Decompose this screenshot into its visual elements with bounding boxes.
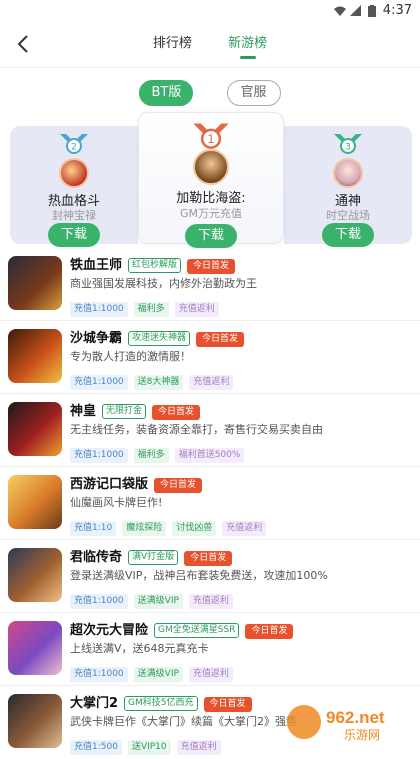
game-icon: [8, 548, 62, 602]
podium-card-2[interactable]: 2 热血格斗 封神宝禄 下载: [10, 126, 138, 244]
game-name: 沙城争霸: [70, 331, 122, 346]
battery-icon: [368, 5, 376, 17]
chip: 送满级VIP: [134, 594, 183, 609]
game-icon: [8, 256, 62, 310]
game-tag: GM科技5亿西充: [124, 696, 197, 711]
chip: 讨伐凶兽: [172, 521, 216, 536]
svg-text:3: 3: [345, 143, 351, 153]
top-bar: 排行榜 新游榜: [0, 22, 420, 68]
chip: 充值1:10: [70, 521, 116, 536]
podium-card-3[interactable]: 3 通神 时空战场 下载: [284, 126, 412, 244]
game-avatar: [59, 158, 89, 188]
today-badge: 今日首发: [245, 624, 293, 639]
chip: 充值1:1000: [70, 594, 128, 609]
game-tag: 满V打金版: [128, 550, 178, 565]
podium-card-1[interactable]: 1 加勒比海盗: GM万元充值 下载: [138, 112, 284, 244]
download-button[interactable]: 下载: [185, 224, 237, 248]
today-badge: 今日首发: [187, 259, 235, 274]
game-avatar: [193, 149, 229, 185]
chip: 充值1:1000: [70, 667, 128, 682]
game-name: 超次元大冒险: [70, 623, 148, 638]
chip: 充值返利: [177, 740, 221, 755]
version-filter: BT版 官服: [0, 68, 420, 112]
list-item[interactable]: 君临传奇满V打金版今日首发 登录送满级VIP，战神吕布套装免费送，攻速加100%…: [0, 540, 420, 613]
filter-bt[interactable]: BT版: [139, 80, 193, 106]
tab-ranking[interactable]: 排行榜: [151, 28, 194, 59]
game-desc: 商业强国发展科技，内修外治勤政为王: [70, 275, 410, 291]
chip: 送8大神器: [134, 375, 184, 390]
game-icon: [8, 694, 62, 748]
list-item[interactable]: 西游记口袋版今日首发 仙魔画风卡牌巨作! 充值1:10 魔炫探险讨伐凶兽充值返利: [0, 467, 420, 540]
filter-official[interactable]: 官服: [227, 80, 281, 106]
chip: 福利多: [134, 302, 169, 317]
wifi-icon: [334, 5, 346, 17]
game-tag: 红包秒解版: [128, 258, 181, 273]
game-list: 铁血王师红包秒解版今日首发 商业强国发展科技，内修外治勤政为王 充值1:1000…: [0, 248, 420, 759]
signal-icon: [350, 5, 362, 17]
game-tag: GM全免送满星SSR: [154, 623, 239, 638]
list-item[interactable]: 超次元大冒险 GM全免送满星SSR 今日首发 上线送满V，送648元真充卡 充值1:…: [0, 613, 420, 686]
chip: 充值1:500: [70, 740, 122, 755]
list-item[interactable]: 沙城争霸攻速迷失神器今日首发 专为散人打造的激情服！ 充值1:1000 送8大神器…: [0, 321, 420, 394]
game-icon: [8, 329, 62, 383]
tab-new-games[interactable]: 新游榜: [226, 28, 269, 59]
today-badge: 今日首发: [204, 697, 252, 712]
game-desc: 专为散人打造的激情服！: [70, 348, 410, 364]
game-tag: 无限打金: [102, 404, 146, 419]
status-bar: 4:37: [0, 0, 420, 22]
game-tag: 攻速迷失神器: [128, 331, 190, 346]
svg-text:962.net: 962.net: [326, 708, 385, 727]
chip: 充值返利: [189, 594, 233, 609]
podium-sub: 时空战场: [284, 207, 412, 223]
game-name: 西游记口袋版: [70, 477, 148, 492]
podium-sub: GM万元充值: [139, 205, 283, 221]
game-avatar: [333, 158, 363, 188]
site-watermark-logo: 962.net 乐游网: [284, 701, 412, 743]
today-badge: 今日首发: [184, 551, 232, 566]
game-name: 神皇: [70, 404, 96, 419]
chip: 送满级VIP: [134, 667, 183, 682]
chip: 充值1:1000: [70, 302, 128, 317]
chip: 福利首送500%: [175, 448, 245, 463]
tab-bar: 排行榜 新游榜: [0, 28, 420, 59]
today-badge: 今日首发: [154, 478, 202, 493]
game-desc: 无主线任务，装备资源全靠打，寄售行交易买卖自由: [70, 421, 410, 437]
chip: 魔炫探险: [122, 521, 166, 536]
top3-podium: 2 热血格斗 封神宝禄 下载 3 通神 时空战场 下载 1 加勒比海盗: GM万…: [0, 112, 420, 248]
today-badge: 今日首发: [152, 405, 200, 420]
svg-text:乐游网: 乐游网: [344, 728, 380, 742]
svg-text:2: 2: [71, 143, 77, 153]
list-item[interactable]: 铁血王师红包秒解版今日首发 商业强国发展科技，内修外治勤政为王 充值1:1000…: [0, 248, 420, 321]
game-icon: [8, 402, 62, 456]
game-name: 大掌门2: [70, 696, 118, 711]
game-icon: [8, 621, 62, 675]
game-name: 君临传奇: [70, 550, 122, 565]
game-icon: [8, 475, 62, 529]
game-name: 铁血王师: [70, 258, 122, 273]
chip: 充值返利: [189, 667, 233, 682]
download-button[interactable]: 下载: [322, 223, 374, 247]
download-button[interactable]: 下载: [48, 223, 100, 247]
status-time: 4:37: [383, 3, 412, 18]
chip: 充值返利: [189, 375, 233, 390]
chip: 充值1:1000: [70, 448, 128, 463]
game-desc: 仙魔画风卡牌巨作!: [70, 494, 410, 510]
game-desc: 登录送满级VIP，战神吕布套装免费送，攻速加100%: [70, 567, 410, 583]
podium-sub: 封神宝禄: [10, 207, 138, 223]
chip: 福利多: [134, 448, 169, 463]
chip: 充值1:1000: [70, 375, 128, 390]
today-badge: 今日首发: [196, 332, 244, 347]
podium-name: 加勒比海盗:: [139, 187, 283, 206]
chip: 送VIP10: [128, 740, 171, 755]
chip: 充值返利: [175, 302, 219, 317]
svg-text:1: 1: [207, 132, 214, 146]
chip: 充值返利: [222, 521, 266, 536]
list-item[interactable]: 神皇无限打金今日首发 无主线任务，装备资源全靠打，寄售行交易买卖自由 充值1:1…: [0, 394, 420, 467]
game-desc: 上线送满V，送648元真充卡: [70, 640, 410, 656]
